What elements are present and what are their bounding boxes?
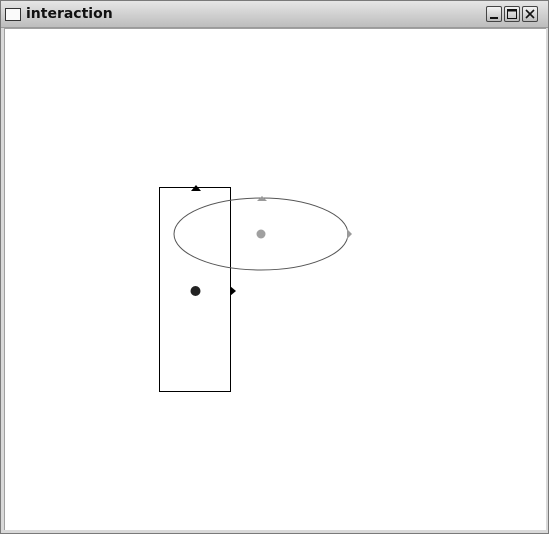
maximize-button[interactable]	[504, 6, 520, 22]
title-bar[interactable]: interaction	[1, 1, 548, 28]
canvas-drawing[interactable]	[5, 29, 546, 530]
window-title: interaction	[26, 6, 113, 22]
app-window: interaction	[0, 0, 549, 534]
window-icon[interactable]	[5, 8, 21, 21]
rectangle-center-point[interactable]	[190, 286, 201, 296]
minimize-button[interactable]	[486, 6, 502, 22]
drawing-canvas[interactable]	[4, 28, 546, 530]
ellipse-center-point[interactable]	[256, 229, 266, 239]
ellipse-right-handle[interactable]	[347, 229, 352, 239]
close-button[interactable]	[522, 6, 538, 22]
close-icon	[525, 9, 535, 19]
minimize-icon	[490, 17, 498, 19]
rectangle-right-handle[interactable]	[230, 286, 236, 296]
maximize-icon	[507, 9, 517, 19]
